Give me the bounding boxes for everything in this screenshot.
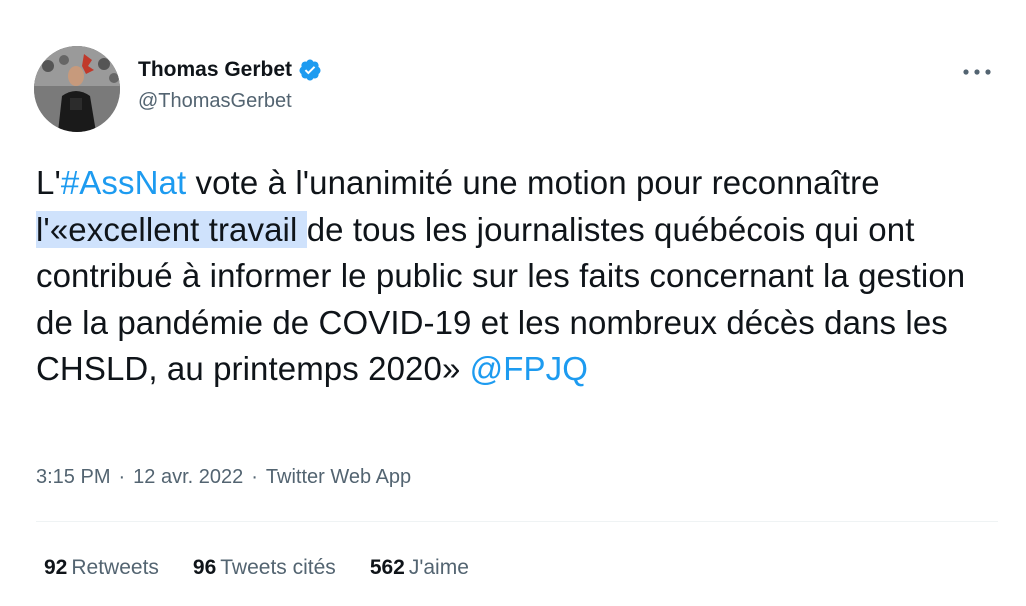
tweet-header: Thomas Gerbet @ThomasGerbet	[34, 46, 994, 132]
author-display-name[interactable]: Thomas Gerbet	[138, 58, 292, 82]
author-info: Thomas Gerbet @ThomasGerbet	[138, 56, 322, 113]
tweet-source[interactable]: Twitter Web App	[266, 466, 411, 489]
name-row: Thomas Gerbet	[138, 56, 322, 84]
retweets-stat[interactable]: 92 Retweets	[44, 556, 159, 580]
quote-tweets-count: 96	[192, 556, 217, 579]
tweet-text-segment: vote à l'unanimité une motion pour recon…	[186, 164, 880, 201]
likes-stat[interactable]: 562 J'aime	[370, 556, 469, 580]
verified-badge-icon	[298, 58, 322, 82]
more-options-icon	[963, 69, 991, 75]
avatar-image	[34, 46, 120, 132]
quote-tweets-stat[interactable]: 96 Tweets cités	[193, 556, 336, 580]
tweet-metadata: 3:15 PM · 12 avr. 2022 · Twitter Web App	[36, 462, 411, 492]
tweet-card: Thomas Gerbet @ThomasGerbet L'#AssNat vo…	[0, 0, 1026, 606]
more-options-button[interactable]	[960, 60, 994, 84]
likes-count: 562	[369, 556, 405, 579]
highlighted-text: l'«excellent travail	[36, 210, 307, 248]
quote-tweets-label: Tweets cités	[220, 556, 336, 579]
tweet-text: L'#AssNat vote à l'unanimité une motion …	[36, 160, 996, 393]
meta-separator: ·	[118, 465, 126, 488]
likes-label: J'aime	[408, 556, 469, 579]
tweet-timestamp-time[interactable]: 3:15 PM	[36, 466, 110, 489]
avatar[interactable]	[34, 46, 120, 132]
meta-separator: ·	[251, 465, 258, 488]
retweets-label: Retweets	[71, 556, 159, 579]
mention-link[interactable]: @FPJQ	[470, 350, 588, 387]
tweet-text-segment: L'	[36, 164, 61, 201]
author-handle[interactable]: @ThomasGerbet	[138, 90, 322, 113]
engagement-stats: 92 Retweets 96 Tweets cités 562 J'aime	[44, 553, 503, 583]
retweets-count: 92	[44, 556, 68, 579]
divider	[36, 521, 998, 522]
tweet-timestamp-date[interactable]: 12 avr. 2022	[133, 466, 243, 489]
hashtag-link[interactable]: #AssNat	[61, 164, 186, 201]
